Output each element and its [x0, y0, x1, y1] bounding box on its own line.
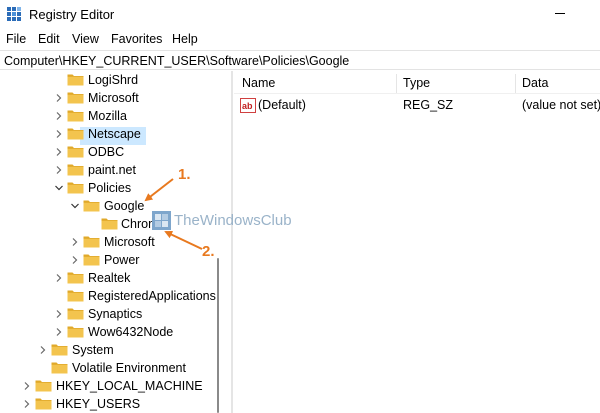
tree-item-label: paint.net — [88, 163, 136, 177]
menu-bar: File Edit View Favorites Help — [0, 29, 600, 49]
expand-chevron-icon[interactable] — [54, 309, 64, 319]
tree-item-label: LogiShrd — [88, 73, 139, 87]
folder-icon — [101, 217, 118, 230]
folder-icon — [51, 361, 68, 374]
tree-item-hkey-local-machine[interactable]: HKEY_LOCAL_MACHINE — [0, 377, 212, 395]
expand-chevron-icon[interactable] — [70, 255, 80, 265]
folder-icon — [83, 199, 100, 212]
folder-icon — [67, 127, 84, 140]
menu-help[interactable]: Help — [172, 32, 198, 46]
tree-item-synaptics[interactable]: Synaptics — [0, 305, 212, 323]
collapse-chevron-icon[interactable] — [70, 201, 80, 211]
folder-icon — [51, 343, 68, 356]
folder-icon — [67, 307, 84, 320]
tree-item-label: Power — [104, 253, 140, 267]
menu-file[interactable]: File — [6, 32, 26, 46]
watermark-text: TheWindowsClub — [174, 212, 292, 229]
tree-item-label: Wow6432Node — [88, 325, 174, 339]
svg-text:ab: ab — [242, 101, 253, 111]
expand-chevron-icon[interactable] — [22, 399, 32, 409]
tree-item-label: HKEY_USERS — [56, 397, 141, 411]
tree-item-wow6432node[interactable]: Wow6432Node — [0, 323, 212, 341]
address-path[interactable]: Computer\HKEY_CURRENT_USER\Software\Poli… — [4, 54, 349, 68]
tree-item-netscape[interactable]: Netscape — [0, 125, 212, 143]
column-divider[interactable] — [515, 74, 516, 93]
collapse-chevron-icon[interactable] — [54, 183, 64, 193]
menu-view[interactable]: View — [72, 32, 99, 46]
folder-icon — [35, 397, 52, 410]
expand-chevron-icon[interactable] — [54, 165, 64, 175]
window-title: Registry Editor — [29, 7, 115, 22]
tree-item-label: Netscape — [88, 127, 141, 141]
value-data[interactable]: (value not set) — [522, 98, 600, 112]
tree-item-volatile-environment[interactable]: Volatile Environment — [0, 359, 212, 377]
folder-icon — [67, 181, 84, 194]
tree-item-hkey-users[interactable]: HKEY_USERS — [0, 395, 212, 413]
pane-splitter[interactable] — [231, 71, 233, 413]
value-type[interactable]: REG_SZ — [403, 98, 453, 112]
tree-item-realtek[interactable]: Realtek — [0, 269, 212, 287]
watermark: TheWindowsClub — [152, 211, 292, 230]
tree-scroll-thumb[interactable] — [217, 258, 219, 413]
menu-edit[interactable]: Edit — [38, 32, 60, 46]
folder-icon — [67, 73, 84, 86]
folder-icon — [83, 253, 100, 266]
tree-item-odbc[interactable]: ODBC — [0, 143, 212, 161]
tree-item-policies-microsoft[interactable]: Microsoft — [0, 233, 212, 251]
minimize-button[interactable] — [545, 6, 581, 22]
expand-chevron-icon[interactable] — [54, 93, 64, 103]
address-bar[interactable]: Computer\HKEY_CURRENT_USER\Software\Poli… — [0, 50, 600, 70]
tree-item-mozilla[interactable]: Mozilla — [0, 107, 212, 125]
tree-item-label: Realtek — [88, 271, 131, 285]
tree-item-label: HKEY_LOCAL_MACHINE — [56, 379, 203, 393]
values-list[interactable]: Name Type Data ab (Default) REG_SZ (valu… — [234, 71, 600, 413]
tree-item-registeredapplications[interactable]: RegisteredApplications — [0, 287, 216, 305]
folder-icon — [67, 163, 84, 176]
expand-chevron-icon[interactable] — [54, 129, 64, 139]
annotation-2: 2. — [202, 243, 215, 260]
watermark-logo-icon — [152, 211, 171, 230]
tree-item-label: Volatile Environment — [72, 361, 186, 375]
value-name[interactable]: (Default) — [258, 98, 306, 112]
annotation-1: 1. — [178, 166, 191, 183]
registry-editor-icon — [7, 7, 21, 21]
folder-icon — [67, 289, 84, 302]
string-value-icon: ab — [240, 98, 256, 113]
expand-chevron-icon[interactable] — [54, 111, 64, 121]
expand-chevron-icon[interactable] — [70, 237, 80, 247]
column-header-type[interactable]: Type — [403, 76, 430, 90]
tree-item-label: RegisteredApplications — [88, 289, 216, 303]
expand-chevron-icon[interactable] — [54, 147, 64, 157]
tree-item-label: ODBC — [88, 145, 125, 159]
tree-item-label: Google — [104, 199, 145, 213]
column-header-name[interactable]: Name — [242, 76, 275, 90]
tree-item-label: Policies — [88, 181, 132, 195]
tree-item-label: Mozilla — [88, 109, 127, 123]
expand-chevron-icon[interactable] — [38, 345, 48, 355]
column-divider[interactable] — [396, 74, 397, 93]
title-bar: Registry Editor — [0, 0, 600, 28]
folder-icon — [67, 91, 84, 104]
header-separator — [234, 93, 600, 94]
folder-icon — [67, 271, 84, 284]
expand-chevron-icon[interactable] — [54, 327, 64, 337]
folder-icon — [67, 325, 84, 338]
folder-icon — [35, 379, 52, 392]
tree-item-label: Synaptics — [88, 307, 143, 321]
folder-icon — [67, 145, 84, 158]
menu-favorites[interactable]: Favorites — [111, 32, 162, 46]
tree-item-system[interactable]: System — [0, 341, 212, 359]
tree-item-microsoft[interactable]: Microsoft — [0, 89, 212, 107]
folder-icon — [67, 109, 84, 122]
tree-item-label: System — [72, 343, 114, 357]
expand-chevron-icon[interactable] — [54, 273, 64, 283]
tree-item-label: Microsoft — [104, 235, 155, 249]
expand-chevron-icon[interactable] — [22, 381, 32, 391]
tree-item-logishrd[interactable]: LogiShrd — [0, 71, 212, 89]
tree-item-power[interactable]: Power — [0, 251, 212, 269]
folder-icon — [83, 235, 100, 248]
column-header-data[interactable]: Data — [522, 76, 548, 90]
tree-item-label: Microsoft — [88, 91, 139, 105]
